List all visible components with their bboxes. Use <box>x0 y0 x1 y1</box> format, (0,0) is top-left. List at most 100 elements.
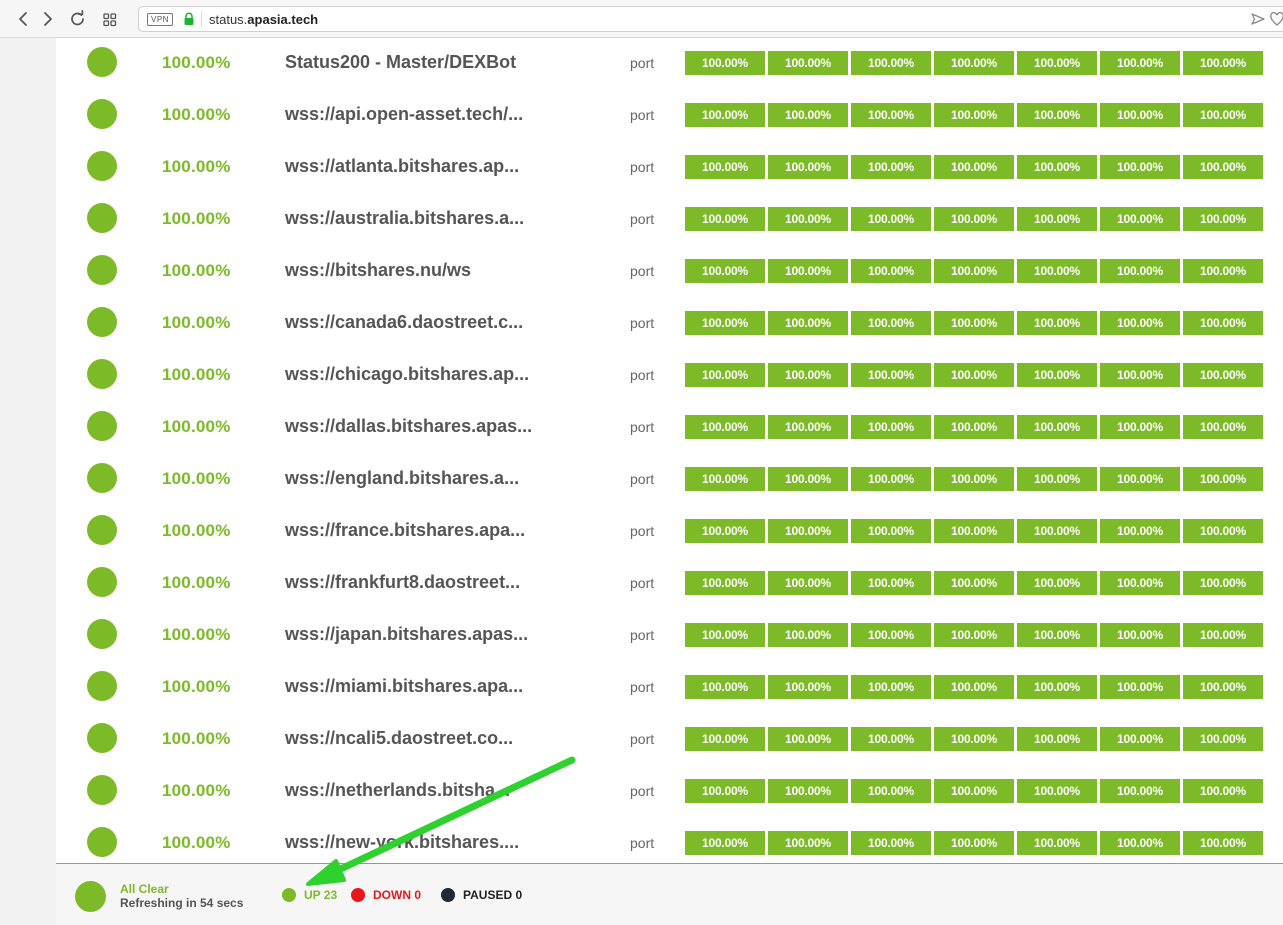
browser-toolbar: VPN status.apasia.tech <box>0 0 1283 38</box>
monitor-status-indicator <box>87 151 117 181</box>
monitor-status-indicator <box>87 411 117 441</box>
monitor-row[interactable]: 100.00% wss://api.open-asset.tech/... port… <box>56 90 1283 142</box>
monitor-row[interactable]: 100.00% Status200 - Master/DEXBot port 100.… <box>56 38 1283 90</box>
monitor-row[interactable]: 100.00% wss://bitshares.nu/ws port 100.00% 1… <box>56 246 1283 298</box>
heart-icon[interactable] <box>1270 11 1283 27</box>
monitor-row[interactable]: 100.00% wss://canada6.daostreet.c... port 1… <box>56 298 1283 350</box>
uptime-history-bar: 100.00% <box>1183 311 1263 335</box>
back-icon[interactable] <box>12 6 36 32</box>
uptime-history-bar: 100.00% <box>1017 675 1097 699</box>
uptime-history-bar: 100.00% <box>851 207 931 231</box>
monitor-type: port <box>630 263 655 279</box>
monitor-row[interactable]: 100.00% wss://japan.bitshares.apas... port… <box>56 610 1283 662</box>
uptime-history-bar: 100.00% <box>1100 363 1180 387</box>
uptime-history: 100.00% 100.00% 100.00% 100.00% 100.00% 100.0… <box>685 727 1266 751</box>
uptime-history-bar: 100.00% <box>1100 519 1180 543</box>
monitor-row[interactable]: 100.00% wss://netherlands.bitsha... port 10… <box>56 766 1283 818</box>
uptime-history-bar: 100.00% <box>768 103 848 127</box>
uptime-history-bar: 100.00% <box>934 519 1014 543</box>
monitor-row[interactable]: 100.00% wss://miami.bitshares.apa... port 1… <box>56 662 1283 714</box>
forward-icon[interactable] <box>36 6 60 32</box>
monitor-uptime: 100.00% <box>162 53 231 72</box>
uptime-history-bar: 100.00% <box>1100 727 1180 751</box>
monitor-name[interactable]: wss://bitshares.nu/ws <box>285 260 555 281</box>
uptime-history-bar: 100.00% <box>685 571 765 595</box>
uptime-history-bar: 100.00% <box>685 727 765 751</box>
monitor-row[interactable]: 100.00% wss://ncali5.daostreet.co... port 1… <box>56 714 1283 766</box>
speed-dial-icon[interactable] <box>98 6 122 32</box>
uptime-history-bar: 100.00% <box>1100 259 1180 283</box>
monitor-name[interactable]: wss://australia.bitshares.a... <box>285 208 555 229</box>
monitor-uptime: 100.00% <box>162 261 231 280</box>
uptime-history: 100.00% 100.00% 100.00% 100.00% 100.00% 100.0… <box>685 207 1266 231</box>
monitor-name[interactable]: wss://miami.bitshares.apa... <box>285 676 555 697</box>
uptime-history-bar: 100.00% <box>851 519 931 543</box>
vpn-badge[interactable]: VPN <box>147 13 173 26</box>
monitor-row[interactable]: 100.00% wss://new-york.bitshares.... port 1… <box>56 818 1283 863</box>
filter-paused[interactable]: PAUSED 0 <box>441 888 522 902</box>
down-count: DOWN 0 <box>373 888 421 902</box>
uptime-history-bar: 100.00% <box>851 103 931 127</box>
uptime-history-bar: 100.00% <box>851 259 931 283</box>
monitor-name[interactable]: wss://frankfurt8.daostreet... <box>285 572 555 593</box>
lock-icon[interactable] <box>183 12 195 26</box>
monitor-row[interactable]: 100.00% wss://france.bitshares.apa... port… <box>56 506 1283 558</box>
monitor-name[interactable]: wss://ncali5.daostreet.co... <box>285 728 555 749</box>
monitor-type: port <box>630 679 655 695</box>
monitor-uptime: 100.00% <box>162 105 231 124</box>
uptime-history-bar: 100.00% <box>685 831 765 855</box>
monitor-status-indicator <box>87 359 117 389</box>
uptime-history-bar: 100.00% <box>1017 623 1097 647</box>
uptime-history: 100.00% 100.00% 100.00% 100.00% 100.00% 100.0… <box>685 519 1266 543</box>
send-icon[interactable] <box>1250 11 1266 27</box>
uptime-history-bar: 100.00% <box>1183 103 1263 127</box>
monitor-status-indicator <box>87 723 117 753</box>
monitor-row[interactable]: 100.00% wss://england.bitshares.a... port 1… <box>56 454 1283 506</box>
uptime-history-bar: 100.00% <box>934 727 1014 751</box>
monitor-row[interactable]: 100.00% wss://australia.bitshares.a... por… <box>56 194 1283 246</box>
uptime-history-bar: 100.00% <box>1183 415 1263 439</box>
address-bar[interactable]: VPN status.apasia.tech <box>138 6 1283 32</box>
uptime-history-bar: 100.00% <box>768 363 848 387</box>
uptime-history-bar: 100.00% <box>934 571 1014 595</box>
uptime-history-bar: 100.00% <box>851 571 931 595</box>
monitor-name[interactable]: wss://atlanta.bitshares.ap... <box>285 156 555 177</box>
uptime-history-bar: 100.00% <box>1183 519 1263 543</box>
monitor-status-indicator <box>87 827 117 857</box>
monitor-row[interactable]: 100.00% wss://atlanta.bitshares.ap... port… <box>56 142 1283 194</box>
uptime-history-bar: 100.00% <box>1017 519 1097 543</box>
monitor-name[interactable]: wss://england.bitshares.a... <box>285 468 555 489</box>
monitor-name[interactable]: wss://france.bitshares.apa... <box>285 520 555 541</box>
monitor-row[interactable]: 100.00% wss://frankfurt8.daostreet... port… <box>56 558 1283 610</box>
monitor-row[interactable]: 100.00% wss://chicago.bitshares.ap... port… <box>56 350 1283 402</box>
up-dot-icon <box>282 888 296 902</box>
monitor-name[interactable]: wss://new-york.bitshares.... <box>285 832 555 853</box>
uptime-history: 100.00% 100.00% 100.00% 100.00% 100.00% 100.0… <box>685 311 1266 335</box>
url-text[interactable]: status.apasia.tech <box>209 12 318 27</box>
uptime-history: 100.00% 100.00% 100.00% 100.00% 100.00% 100.0… <box>685 51 1266 75</box>
monitor-uptime: 100.00% <box>162 157 231 176</box>
uptime-history-bar: 100.00% <box>685 519 765 543</box>
monitor-name[interactable]: wss://chicago.bitshares.ap... <box>285 364 555 385</box>
monitor-type: port <box>630 159 655 175</box>
monitor-name[interactable]: wss://api.open-asset.tech/... <box>285 104 555 125</box>
uptime-history-bar: 100.00% <box>1183 155 1263 179</box>
monitor-name[interactable]: wss://japan.bitshares.apas... <box>285 624 555 645</box>
monitor-status-indicator <box>87 515 117 545</box>
monitor-name[interactable]: Status200 - Master/DEXBot <box>285 52 555 73</box>
uptime-history-bar: 100.00% <box>1183 51 1263 75</box>
uptime-history-bar: 100.00% <box>768 259 848 283</box>
uptime-history: 100.00% 100.00% 100.00% 100.00% 100.00% 100.0… <box>685 363 1266 387</box>
uptime-history-bar: 100.00% <box>1100 779 1180 803</box>
monitor-name[interactable]: wss://canada6.daostreet.c... <box>285 312 555 333</box>
monitor-name[interactable]: wss://dallas.bitshares.apas... <box>285 416 555 437</box>
uptime-history-bar: 100.00% <box>1183 779 1263 803</box>
monitor-row[interactable]: 100.00% wss://dallas.bitshares.apas... por… <box>56 402 1283 454</box>
monitor-uptime: 100.00% <box>162 625 231 644</box>
monitor-name[interactable]: wss://netherlands.bitsha... <box>285 780 555 801</box>
filter-up[interactable]: UP 23 <box>282 888 337 902</box>
reload-icon[interactable] <box>66 6 90 32</box>
filter-down[interactable]: DOWN 0 <box>351 888 421 902</box>
monitor-status-indicator <box>87 463 117 493</box>
uptime-history-bar: 100.00% <box>768 51 848 75</box>
